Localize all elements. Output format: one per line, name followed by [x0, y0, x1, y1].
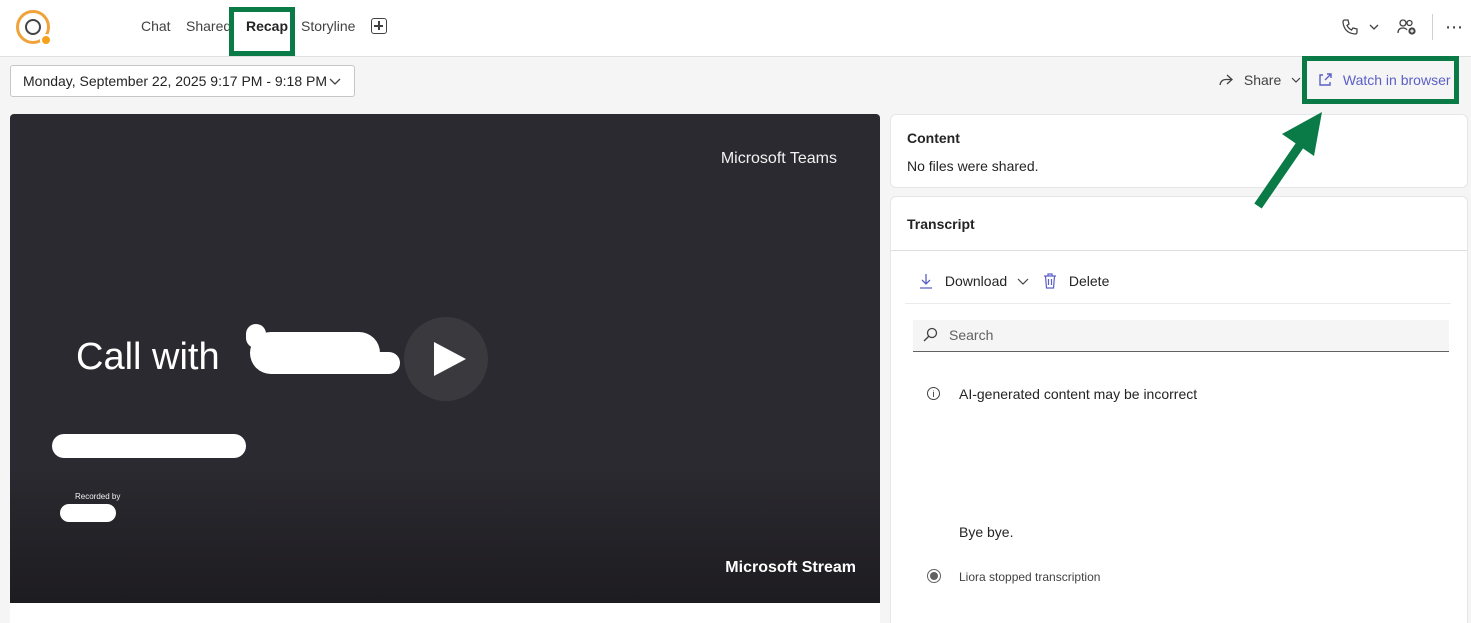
transcript-line: Bye bye. [959, 524, 1014, 540]
transcript-panel: Transcript Download Delete Search i AI-g… [890, 196, 1468, 623]
status-away-icon [40, 34, 52, 46]
watch-highlight-box [1302, 56, 1459, 104]
people-add-icon[interactable] [1395, 15, 1419, 39]
teams-brand-label: Microsoft Teams [720, 150, 837, 167]
tab-storyline[interactable]: Storyline [301, 18, 355, 34]
annotation-arrow-icon [1254, 112, 1322, 209]
share-button[interactable]: Share [1218, 72, 1301, 88]
chevron-down-icon[interactable] [1362, 15, 1386, 39]
content-title: Content [907, 130, 960, 146]
transcript-title: Transcript [907, 216, 975, 232]
top-bar: Chat Shared Recap Storyline ⋯ [0, 0, 1471, 57]
content-panel: Content No files were shared. [890, 114, 1468, 188]
content-empty-text: No files were shared. [907, 158, 1039, 174]
ai-notice-text: AI-generated content may be incorrect [959, 386, 1198, 402]
add-tab-icon[interactable] [371, 18, 387, 34]
trash-icon [1044, 273, 1056, 289]
date-range-value: Monday, September 22, 2025 9:17 PM - 9:1… [23, 73, 328, 89]
chevron-down-icon [1291, 77, 1301, 83]
phone-icon[interactable] [1338, 15, 1362, 39]
chevron-down-icon [329, 78, 341, 85]
transcription-stopped-text: Liora stopped transcription [959, 570, 1101, 584]
download-button[interactable]: Download [919, 273, 1029, 289]
redaction-mark [60, 504, 116, 522]
search-placeholder: Search [949, 327, 994, 343]
search-icon [923, 327, 938, 345]
tab-chat[interactable]: Chat [141, 18, 171, 34]
share-label: Share [1243, 72, 1282, 88]
chevron-down-icon [1017, 278, 1029, 285]
info-icon: i [927, 387, 940, 400]
recap-highlight-box [229, 7, 295, 56]
avatar[interactable] [16, 10, 52, 46]
transcript-search-input[interactable]: Search [913, 320, 1449, 352]
divider [905, 303, 1451, 304]
date-range-select[interactable]: Monday, September 22, 2025 9:17 PM - 9:1… [10, 65, 355, 97]
share-icon [1219, 74, 1233, 86]
redaction-mark [52, 434, 246, 458]
delete-label: Delete [1068, 273, 1110, 289]
stream-brand-label: Microsoft Stream [725, 559, 856, 576]
tab-shared[interactable]: Shared [186, 18, 231, 34]
download-icon [920, 274, 932, 289]
divider [891, 250, 1467, 251]
more-options-icon[interactable]: ⋯ [1442, 15, 1466, 39]
play-button[interactable] [404, 317, 488, 401]
recorded-by-label: Recorded by [75, 492, 121, 501]
record-stop-icon [927, 569, 941, 583]
delete-button[interactable]: Delete [1043, 273, 1109, 289]
video-footer [10, 603, 880, 623]
avatar-face-icon [25, 19, 41, 35]
toolbar-divider [1432, 14, 1433, 40]
redaction-mark [246, 324, 266, 348]
redaction-mark [340, 352, 400, 374]
download-label: Download [944, 273, 1008, 289]
video-player[interactable]: Microsoft Teams Call with Recorded by Mi… [10, 114, 880, 603]
call-title: Call with [76, 336, 220, 378]
